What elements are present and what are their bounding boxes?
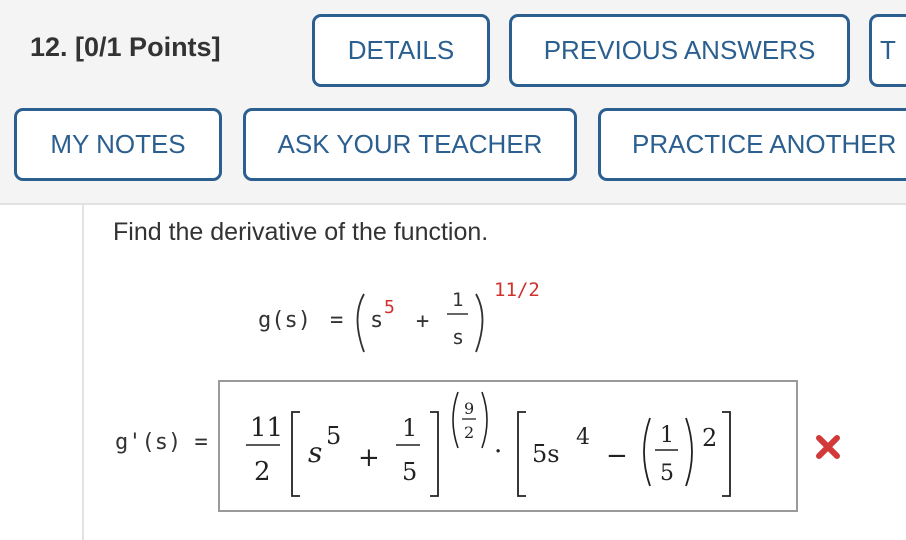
power-left-paren xyxy=(452,391,459,449)
right-bracket xyxy=(430,411,439,497)
deriv-power: 2 xyxy=(702,424,717,452)
inner-frac-numerator: 1 xyxy=(402,414,417,442)
answer-equals: = xyxy=(194,430,208,455)
derivative-minus: − xyxy=(606,441,628,471)
base-exponent: 5 xyxy=(384,297,395,318)
second-left-bracket xyxy=(517,411,526,497)
question-number: 12. [0/1 Points] xyxy=(30,32,221,62)
answer-expression: 11 2 s 5 + 1 5 9 2 · 5s 4 − 1 5 2 xyxy=(246,391,731,497)
practice-another-button[interactable]: PRACTICE ANOTHER xyxy=(598,108,906,181)
overflow-toolbar-button[interactable]: T xyxy=(869,14,906,87)
question-header: 12. [0/1 Points] DETAILS PREVIOUS ANSWER… xyxy=(0,0,906,205)
x-mark-icon xyxy=(816,435,840,459)
given-function: g(s) = s 5 + 1 s 11/2 xyxy=(258,279,540,353)
deriv-frac-numerator: 1 xyxy=(660,423,674,448)
inner-frac-denominator: 5 xyxy=(402,458,417,486)
inner-plus: + xyxy=(358,443,380,473)
right-paren xyxy=(475,293,484,353)
answer-input[interactable]: 11 2 s 5 + 1 5 9 2 · 5s 4 − 1 5 2 xyxy=(218,380,798,512)
left-bracket xyxy=(291,411,300,497)
problem-prompt: Find the derivative of the function. xyxy=(113,218,489,246)
power-right-paren xyxy=(481,391,488,449)
ask-your-teacher-button[interactable]: ASK YOUR TEACHER xyxy=(243,108,577,181)
derivative-name: g'(s) xyxy=(115,430,182,455)
details-button[interactable]: DETAILS xyxy=(312,14,490,87)
power-denominator: 2 xyxy=(464,423,474,442)
deriv-right-paren xyxy=(685,417,693,487)
second-right-bracket xyxy=(722,411,731,497)
fraction-numerator: 1 xyxy=(452,289,463,311)
previous-answers-button[interactable]: PREVIOUS ANSWERS xyxy=(509,14,850,87)
answer-label: g'(s) = xyxy=(115,430,208,455)
deriv-frac-denominator: 5 xyxy=(660,461,674,486)
power-numerator: 9 xyxy=(464,399,474,418)
coefficient-denominator: 2 xyxy=(254,457,271,487)
derivative-term: 5s xyxy=(532,440,560,468)
inner-exponent: 5 xyxy=(326,422,341,450)
base-variable: s xyxy=(370,308,383,333)
fraction-denominator: s xyxy=(452,325,464,349)
outer-exponent: 11/2 xyxy=(494,279,540,301)
coefficient-numerator: 11 xyxy=(250,413,283,443)
product-dot: · xyxy=(494,437,502,467)
left-paren xyxy=(356,293,365,353)
function-equals: = xyxy=(330,308,343,333)
content-divider xyxy=(82,204,84,540)
my-notes-button[interactable]: MY NOTES xyxy=(14,108,222,181)
inner-variable: s xyxy=(308,436,322,469)
derivative-exponent: 4 xyxy=(576,425,590,450)
function-name: g(s) xyxy=(258,308,311,333)
function-plus: + xyxy=(416,309,429,334)
deriv-left-paren xyxy=(643,417,651,487)
